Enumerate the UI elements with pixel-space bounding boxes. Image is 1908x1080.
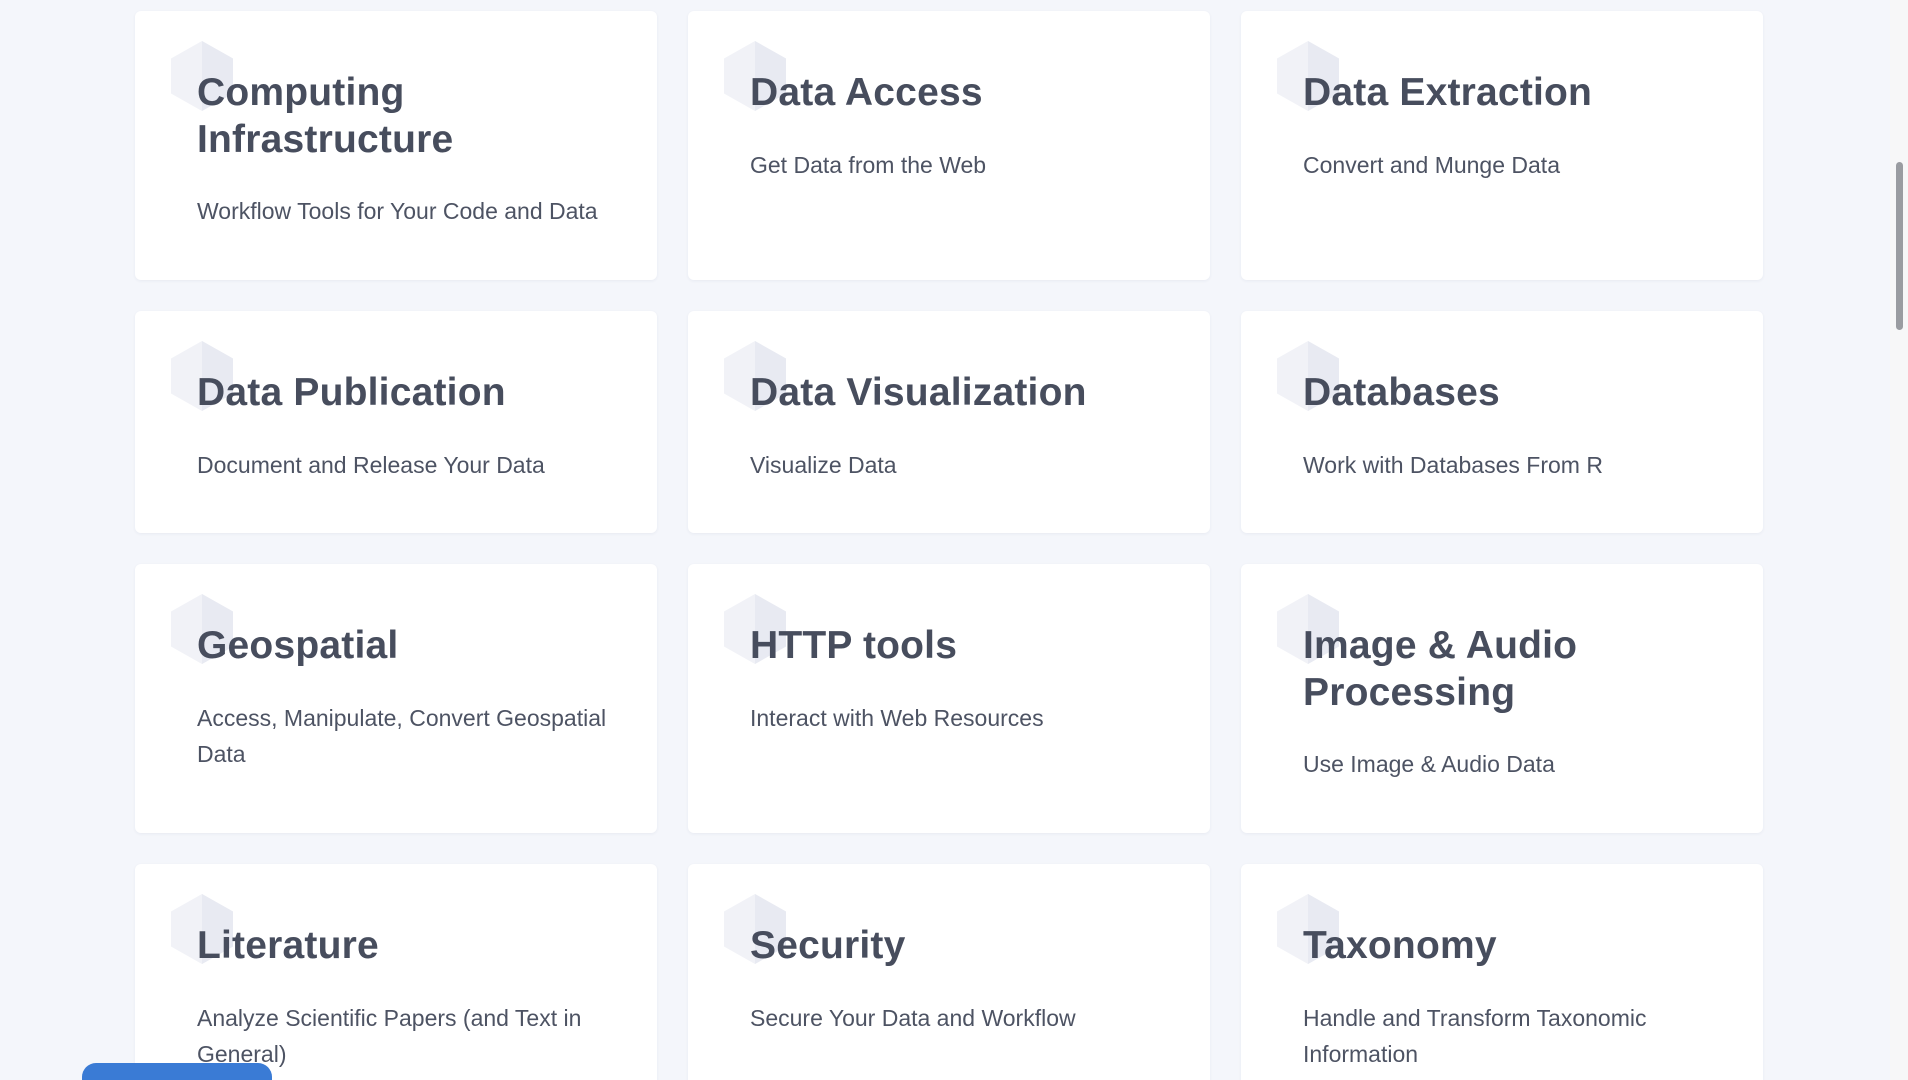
floating-action-button[interactable] [82, 1063, 272, 1080]
card-title: Computing Infrastructure [197, 71, 454, 161]
card-title: Data Visualization [750, 371, 1087, 414]
card-description: Access, Manipulate, Convert Geospatial D… [197, 705, 607, 767]
category-card-http-tools[interactable]: HTTP tools Interact with Web Resources [688, 564, 1210, 833]
category-card-data-publication[interactable]: Data Publication Document and Release Yo… [135, 311, 657, 533]
card-title: Image & Audio Processing [1303, 624, 1578, 714]
scrollbar-thumb[interactable] [1896, 162, 1903, 330]
card-description: Work with Databases From R [1303, 452, 1603, 478]
category-card-image-audio-processing[interactable]: Image & Audio Processing Use Image & Aud… [1241, 564, 1763, 833]
category-grid: Computing Infrastructure Workflow Tools … [135, 11, 1763, 1080]
category-card-security[interactable]: Security Secure Your Data and Workflow [688, 864, 1210, 1080]
category-card-computing-infrastructure[interactable]: Computing Infrastructure Workflow Tools … [135, 11, 657, 280]
scrollbar[interactable] [1890, 0, 1908, 1080]
card-description: Visualize Data [750, 452, 897, 478]
category-card-data-visualization[interactable]: Data Visualization Visualize Data [688, 311, 1210, 533]
category-card-literature[interactable]: Literature Analyze Scientific Papers (an… [135, 864, 657, 1080]
category-card-data-extraction[interactable]: Data Extraction Convert and Munge Data [1241, 11, 1763, 280]
category-card-databases[interactable]: Databases Work with Databases From R [1241, 311, 1763, 533]
category-card-taxonomy[interactable]: Taxonomy Handle and Transform Taxonomic … [1241, 864, 1763, 1080]
card-description: Get Data from the Web [750, 152, 987, 178]
card-title: Security [750, 924, 906, 967]
card-title: Taxonomy [1303, 924, 1497, 967]
card-title: Databases [1303, 371, 1500, 414]
card-description: Secure Your Data and Workflow [750, 1005, 1076, 1031]
card-title: HTTP tools [750, 624, 958, 667]
card-title: Geospatial [197, 624, 399, 667]
card-title: Data Publication [197, 371, 506, 414]
category-card-data-access[interactable]: Data Access Get Data from the Web [688, 11, 1210, 280]
page: Computing Infrastructure Workflow Tools … [0, 0, 1908, 1080]
category-card-geospatial[interactable]: Geospatial Access, Manipulate, Convert G… [135, 564, 657, 833]
card-description: Workflow Tools for Your Code and Data [197, 198, 598, 224]
card-description: Document and Release Your Data [197, 452, 545, 478]
card-description: Analyze Scientific Papers (and Text in G… [197, 1005, 582, 1067]
card-title: Data Extraction [1303, 71, 1593, 114]
card-description: Handle and Transform Taxonomic Informati… [1303, 1005, 1647, 1067]
card-description: Interact with Web Resources [750, 705, 1044, 731]
card-title: Literature [197, 924, 379, 967]
card-title: Data Access [750, 71, 983, 114]
card-description: Convert and Munge Data [1303, 152, 1560, 178]
card-description: Use Image & Audio Data [1303, 751, 1555, 777]
